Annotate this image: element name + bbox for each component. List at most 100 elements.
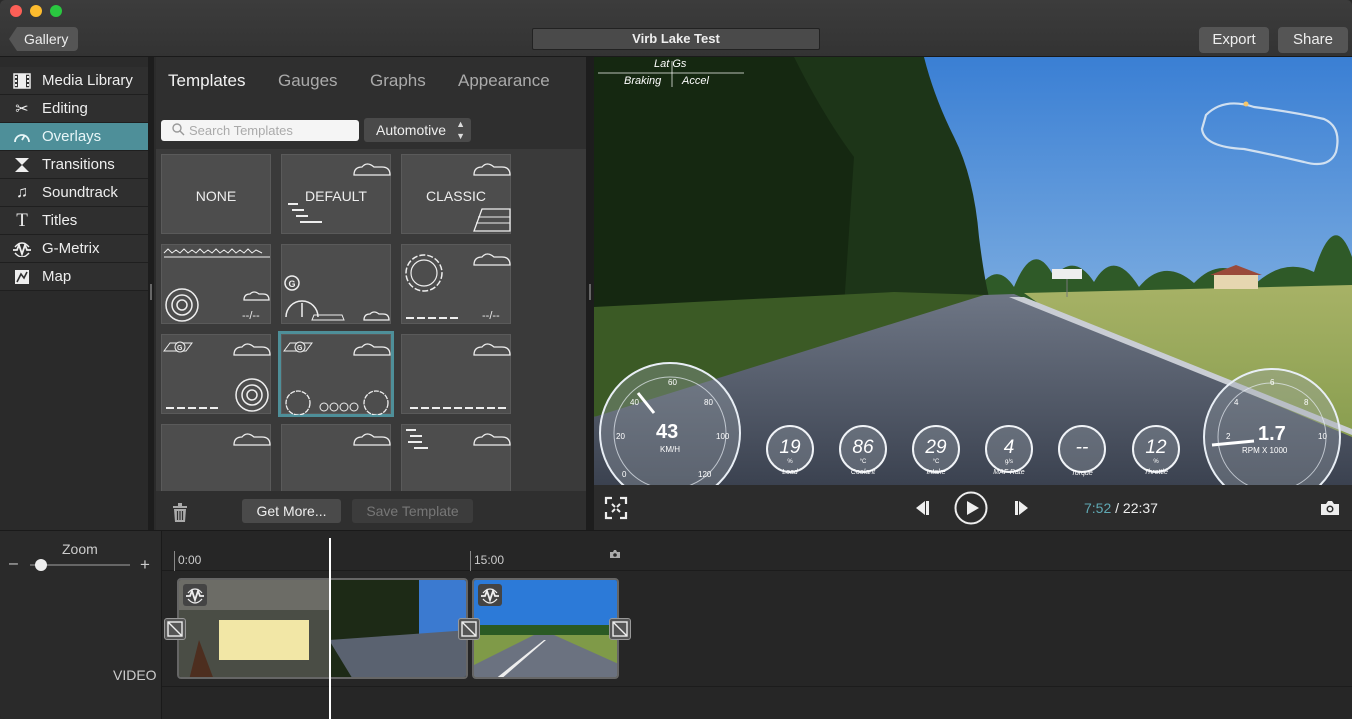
template-preview-icon: --/--	[405, 253, 511, 322]
zoom-in-button[interactable]: +	[140, 555, 150, 575]
sidebar-divider[interactable]	[148, 57, 154, 530]
step-back-icon[interactable]	[914, 500, 930, 516]
sidebar-item-editing[interactable]: ✂ Editing	[0, 95, 148, 123]
video-frame: 20 40 60 80 100 0 120 2 4 6 8 10	[594, 57, 1352, 485]
zoom-label: Zoom	[62, 541, 98, 557]
zoom-out-button[interactable]: –	[9, 555, 18, 573]
video-preview[interactable]: 20 40 60 80 100 0 120 2 4 6 8 10 Lat Gs Braking Ac…	[594, 57, 1352, 485]
template-tile-label: DEFAULT	[305, 188, 367, 204]
search-icon	[172, 123, 185, 136]
rpm-unit: RPM X 1000	[1242, 446, 1288, 455]
get-more-button[interactable]: Get More...	[242, 499, 341, 523]
current-time: 7:52	[1084, 500, 1112, 516]
tab-gauges[interactable]: Gauges	[278, 71, 338, 91]
title-bar: Gallery Virb Lake Test Export Share	[0, 0, 1352, 57]
template-preview-icon	[353, 433, 391, 446]
sidebar-item-g-metrix[interactable]: G-Metrix	[0, 235, 148, 263]
sidebar-item-label: Transitions	[42, 156, 115, 173]
scissors-icon: ✂	[15, 100, 29, 118]
camera-icon[interactable]	[1320, 500, 1340, 516]
fullscreen-icon[interactable]	[604, 496, 628, 520]
sidebar-item-map[interactable]: Map	[0, 263, 148, 291]
gauge-coolant: 86 °C Coolant	[840, 437, 886, 476]
gmetrix-badge	[478, 584, 502, 606]
template-tile[interactable]	[401, 334, 511, 414]
share-button[interactable]: Share	[1278, 27, 1348, 53]
speed-value: 43	[656, 421, 679, 443]
gauge-value: 12	[1145, 437, 1167, 458]
export-button[interactable]: Export	[1199, 27, 1269, 53]
zoom-slider[interactable]	[30, 559, 130, 571]
sidebar-item-media-library[interactable]: Media Library	[0, 67, 148, 95]
template-tile[interactable]: --/--	[401, 244, 511, 324]
gauge-icon	[12, 128, 32, 146]
gallery-back-button[interactable]: Gallery	[9, 27, 79, 51]
sidebar-item-titles[interactable]: T Titles	[0, 207, 148, 235]
trash-icon[interactable]	[172, 503, 188, 523]
template-tile-selected[interactable]: G	[278, 331, 394, 417]
project-title[interactable]: Virb Lake Test	[532, 28, 820, 50]
video-clip-2[interactable]	[472, 578, 619, 679]
hud-braking-label: Braking	[624, 75, 662, 87]
template-tile[interactable]: G	[161, 334, 271, 414]
svg-text:8: 8	[1304, 398, 1309, 407]
close-window-button[interactable]	[10, 5, 22, 17]
template-tile-default[interactable]: DEFAULT	[281, 154, 391, 234]
gauge-unit: %	[787, 459, 793, 465]
template-tile-label: NONE	[195, 188, 237, 204]
playback-controls: 7:52 / 22:37	[594, 485, 1352, 530]
templates-panel: Templates Gauges Graphs Appearance Searc…	[156, 57, 586, 530]
transition-slot[interactable]	[609, 618, 631, 640]
rpm-value: 1.7	[1258, 423, 1286, 445]
minimize-window-button[interactable]	[30, 5, 42, 17]
timeline-ruler[interactable]: 0:00 15:00	[162, 531, 1352, 571]
template-grid: NONE DEFAULT CLASSIC --/-- G --/-- G G	[156, 149, 586, 491]
template-preview-icon	[233, 433, 271, 446]
category-select[interactable]: Automotive ▲ ▼	[364, 118, 471, 142]
tab-templates[interactable]: Templates	[168, 71, 245, 91]
search-input[interactable]: Search Templates	[161, 120, 359, 141]
panel-divider[interactable]	[586, 57, 594, 530]
template-preview-icon: --/--	[163, 248, 270, 322]
svg-text:G: G	[297, 345, 303, 352]
camera-marker-icon[interactable]	[609, 549, 621, 559]
sidebar-item-soundtrack[interactable]: ♫ Soundtrack	[0, 179, 148, 207]
tab-appearance[interactable]: Appearance	[458, 71, 550, 91]
playhead[interactable]	[329, 538, 331, 719]
template-preview-icon: G	[284, 275, 390, 321]
template-tile[interactable]	[161, 424, 271, 491]
template-tile-none[interactable]: NONE	[161, 154, 271, 234]
category-select-value: Automotive	[376, 122, 447, 138]
svg-text:100: 100	[716, 432, 730, 441]
hud-accel-label: Accel	[682, 75, 709, 87]
zoom-slider-thumb[interactable]	[35, 559, 47, 571]
tab-graphs[interactable]: Graphs	[370, 71, 426, 91]
svg-text:20: 20	[616, 432, 625, 441]
sidebar-item-label: Soundtrack	[42, 184, 118, 201]
svg-text:6: 6	[1270, 378, 1275, 387]
step-forward-icon[interactable]	[1014, 500, 1030, 516]
play-button[interactable]	[954, 491, 988, 525]
gauge-name: Intake	[926, 469, 946, 476]
template-tile[interactable]	[401, 424, 511, 491]
gmetrix-icon	[12, 240, 32, 258]
timeline: Zoom – + VIDEO 0:00 15:00	[0, 530, 1352, 719]
transition-slot[interactable]	[164, 618, 186, 640]
video-clip-1[interactable]	[177, 578, 468, 679]
template-tile-classic[interactable]: CLASSIC	[401, 154, 511, 234]
sidebar-item-overlays[interactable]: Overlays	[0, 123, 148, 151]
film-icon	[12, 72, 32, 90]
transition-slot[interactable]	[458, 618, 480, 640]
svg-text:40: 40	[630, 398, 639, 407]
gauge-throttle: 12 % Throttle	[1133, 437, 1179, 476]
speed-unit: KM/H	[660, 445, 680, 454]
template-tile[interactable]: --/--	[161, 244, 271, 324]
sidebar-item-transitions[interactable]: Transitions	[0, 151, 148, 179]
template-preview-icon	[406, 429, 511, 449]
template-tile[interactable]	[281, 424, 391, 491]
sidebar-item-label: Titles	[42, 212, 78, 229]
zoom-window-button[interactable]	[50, 5, 62, 17]
template-tile[interactable]: G	[281, 244, 391, 324]
save-template-button[interactable]: Save Template	[352, 499, 473, 523]
video-track-label: VIDEO	[113, 667, 157, 683]
